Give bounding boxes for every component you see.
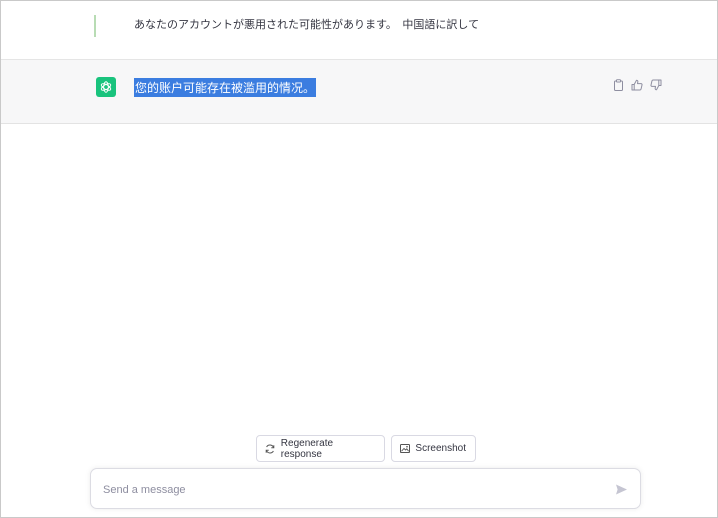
thumbs-up-icon[interactable] [631,79,643,91]
user-message-indicator [94,15,96,37]
thumbs-down-icon[interactable] [650,79,662,91]
refresh-icon [265,443,276,454]
screenshot-button[interactable]: Screenshot [391,435,476,462]
chat-window: あなたのアカウントが悪用された可能性があります。 中国語に訳して 您的账户可能存… [0,0,718,518]
user-message-text: あなたのアカウントが悪用された可能性があります。 中国語に訳して [134,18,480,31]
user-message-row: あなたのアカウントが悪用された可能性があります。 中国語に訳して [1,1,717,60]
message-composer [90,468,641,509]
message-input[interactable] [101,479,595,501]
regenerate-response-button[interactable]: Regenerate response [256,435,385,462]
assistant-message-row: 您的账户可能存在被滥用的情况。 [1,60,717,124]
bottom-actions: Regenerate response Screenshot [256,435,476,462]
clipboard-icon[interactable] [612,79,624,91]
openai-logo-icon [100,81,112,93]
image-icon [400,443,411,454]
message-actions [612,79,662,91]
regenerate-response-label: Regenerate response [280,437,334,460]
assistant-message-text[interactable]: 您的账户可能存在被滥用的情况。 [134,78,317,97]
screenshot-label: Screenshot [415,443,466,454]
assistant-avatar [96,77,116,97]
send-icon[interactable] [614,482,628,496]
